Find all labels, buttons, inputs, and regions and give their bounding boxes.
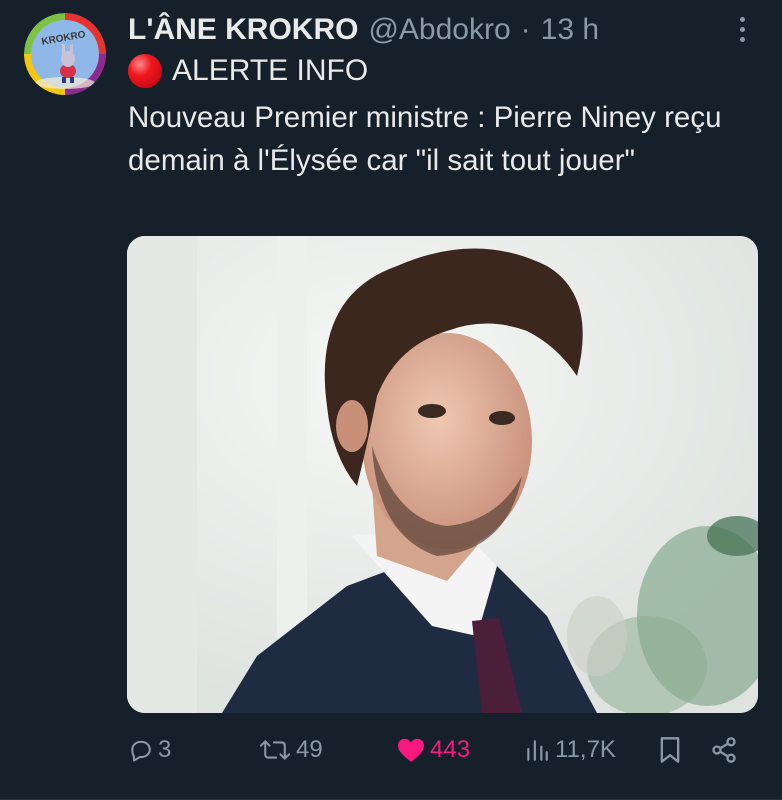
tweet-actions: 3 49 443 11,7K [128,728,758,772]
tweet-time[interactable]: 13 h [541,13,599,47]
views-icon [527,740,548,761]
reply-count: 3 [158,736,172,763]
tweet-header: L'ÂNE KROKRO @Abdokro · 13 h [128,10,752,50]
tweet-photo[interactable] [127,236,758,713]
share-button[interactable] [710,728,738,772]
portrait-photo [127,236,758,713]
views-count: 11,7K [555,736,616,763]
alert-label: ALERTE INFO [172,54,369,87]
header-separator: · [520,13,531,46]
alert-line: ALERTE INFO [128,52,368,90]
alert-dot-icon [128,54,162,88]
views-button[interactable]: 11,7K [523,728,616,772]
bookmark-icon [660,737,680,763]
retweet-icon [259,740,291,760]
like-button[interactable]: 443 [396,728,470,772]
author-avatar[interactable]: KROKRO [24,13,106,95]
retweet-button[interactable]: 49 [258,728,323,772]
author-handle[interactable]: @Abdokro [368,13,510,47]
share-icon [712,737,736,763]
author-name[interactable]: L'ÂNE KROKRO [128,13,358,47]
reply-icon [131,740,151,762]
retweet-count: 49 [296,736,323,763]
heart-icon [398,738,424,762]
more-icon[interactable] [732,14,752,44]
tweet-text: Nouveau Premier ministre : Pierre Niney … [128,101,722,177]
like-count: 443 [430,736,471,763]
avatar-image: KROKRO [24,13,106,95]
reply-button[interactable]: 3 [128,728,171,772]
bookmark-button[interactable] [658,728,682,772]
